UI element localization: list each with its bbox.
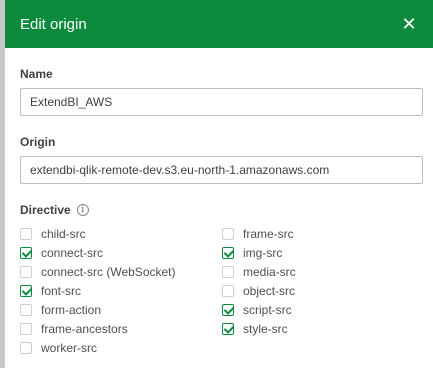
- checkbox-unchecked[interactable]: [20, 322, 32, 335]
- directive-label: Directive: [20, 203, 71, 217]
- directive-option-connect-src-websocket[interactable]: connect-src (WebSocket): [20, 262, 222, 281]
- checkbox-unchecked[interactable]: [20, 303, 32, 316]
- directive-option-media-src[interactable]: media-src: [222, 262, 424, 281]
- directive-option-label: img-src: [243, 245, 283, 260]
- directive-grid: child-src connect-src connect-src (WebSock…: [20, 224, 418, 357]
- directive-option-child-src[interactable]: child-src: [20, 224, 222, 243]
- directive-option-font-src[interactable]: font-src: [20, 281, 222, 300]
- directive-option-label: worker-src: [41, 340, 97, 355]
- directive-option-label: script-src: [243, 302, 292, 317]
- checkbox-unchecked[interactable]: [20, 265, 32, 278]
- directive-option-label: frame-ancestors: [41, 321, 128, 336]
- directive-option-object-src[interactable]: object-src: [222, 281, 424, 300]
- directive-option-frame-ancestors[interactable]: frame-ancestors: [20, 319, 222, 338]
- directive-option-form-action[interactable]: form-action: [20, 300, 222, 319]
- directive-header: Directive i: [20, 203, 418, 217]
- directive-option-label: form-action: [41, 302, 102, 317]
- checkbox-checked[interactable]: [20, 246, 32, 259]
- directive-option-connect-src[interactable]: connect-src: [20, 243, 222, 262]
- directive-column-left: child-src connect-src connect-src (WebSock…: [20, 224, 222, 357]
- info-icon[interactable]: i: [76, 204, 89, 216]
- directive-column-right: frame-src img-src media-src object-src scrip…: [222, 224, 424, 357]
- name-label: Name: [20, 67, 53, 81]
- name-input[interactable]: [20, 88, 423, 116]
- edit-origin-dialog: Edit origin ✕ Name Origin Directive i ch…: [5, 0, 433, 368]
- dialog-header: Edit origin ✕: [5, 0, 433, 48]
- dialog-title: Edit origin: [20, 15, 87, 33]
- directive-option-label: frame-src: [243, 226, 294, 241]
- directive-option-label: object-src: [243, 283, 296, 298]
- checkbox-checked[interactable]: [222, 246, 234, 259]
- checkbox-unchecked[interactable]: [222, 265, 234, 278]
- directive-option-label: media-src: [243, 264, 296, 279]
- checkbox-checked[interactable]: [222, 303, 234, 316]
- directive-option-label: connect-src (WebSocket): [41, 264, 176, 279]
- directive-option-frame-src[interactable]: frame-src: [222, 224, 424, 243]
- directive-option-worker-src[interactable]: worker-src: [20, 338, 222, 357]
- checkbox-unchecked[interactable]: [20, 341, 32, 354]
- directive-option-label: font-src: [41, 283, 82, 298]
- directive-option-label: style-src: [243, 321, 288, 336]
- checkbox-checked[interactable]: [222, 322, 234, 335]
- directive-option-label: connect-src: [41, 245, 104, 260]
- origin-input[interactable]: [20, 156, 423, 184]
- origin-label: Origin: [20, 135, 56, 149]
- dialog-body: Name Origin Directive i child-src connect…: [5, 67, 433, 357]
- checkbox-checked[interactable]: [20, 284, 32, 297]
- directive-option-style-src[interactable]: style-src: [222, 319, 424, 338]
- close-icon[interactable]: ✕: [400, 15, 418, 33]
- checkbox-unchecked[interactable]: [222, 227, 234, 240]
- checkbox-unchecked[interactable]: [222, 284, 234, 297]
- directive-option-script-src[interactable]: script-src: [222, 300, 424, 319]
- directive-option-img-src[interactable]: img-src: [222, 243, 424, 262]
- directive-option-label: child-src: [41, 226, 86, 241]
- checkbox-unchecked[interactable]: [20, 227, 32, 240]
